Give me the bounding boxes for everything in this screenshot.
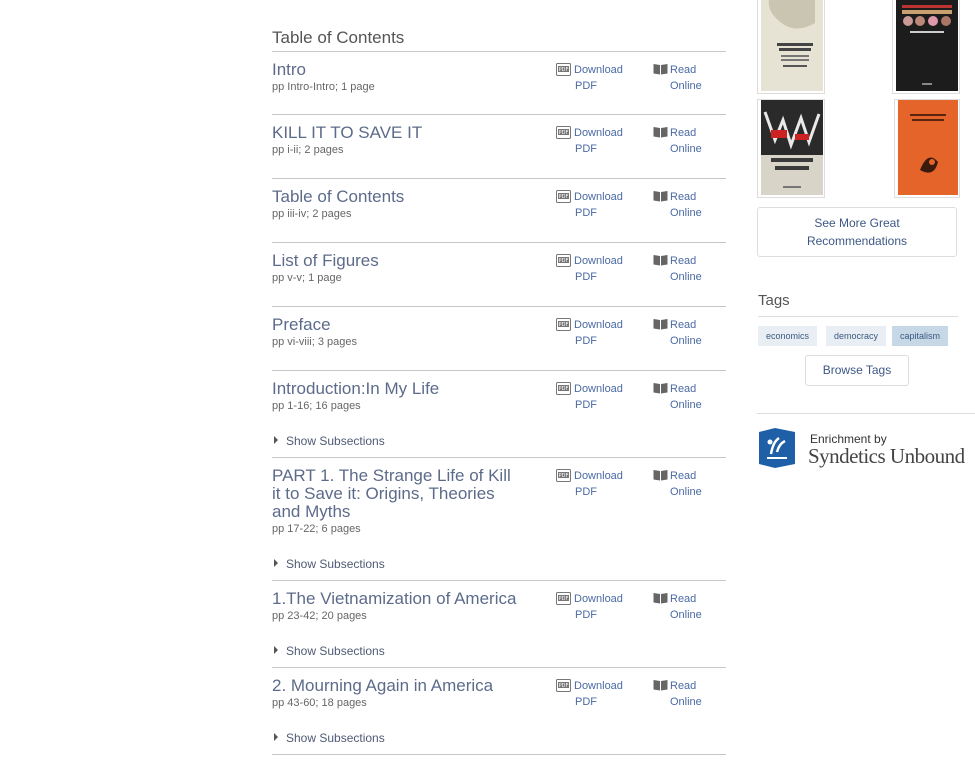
toc-entry-title[interactable]: Preface bbox=[272, 316, 522, 334]
separator bbox=[272, 178, 726, 179]
pdf-icon: PDF bbox=[556, 382, 571, 395]
pdf-icon: PDF bbox=[556, 126, 571, 139]
separator bbox=[272, 580, 726, 581]
toc-entry-title[interactable]: 1.The Vietnamization of America bbox=[272, 590, 532, 608]
see-more-recommendations-button[interactable]: See More Great Recommendations bbox=[757, 207, 957, 257]
toc-entry-pages: pp vi-viii; 3 pages bbox=[272, 336, 357, 348]
toc-entry-pages: pp 43-60; 18 pages bbox=[272, 697, 367, 709]
book-cover-image bbox=[898, 100, 958, 195]
pdf-icon: PDF bbox=[556, 63, 571, 76]
book-icon bbox=[653, 680, 668, 691]
book-icon bbox=[653, 319, 668, 330]
divider bbox=[757, 413, 975, 414]
toc-entry-title[interactable]: List of Figures bbox=[272, 252, 522, 270]
toc-entry-title[interactable]: PART 1. The Strange Life of Kill it to S… bbox=[272, 467, 522, 521]
book-icon bbox=[653, 593, 668, 604]
book-icon bbox=[653, 64, 668, 75]
syndetics-logo-icon bbox=[759, 428, 795, 468]
separator bbox=[272, 457, 726, 458]
svg-text:PDF: PDF bbox=[559, 596, 569, 602]
triangle-right-icon bbox=[274, 436, 278, 444]
pdf-icon: PDF bbox=[556, 469, 571, 482]
toc-entry-pages: pp Intro-Intro; 1 page bbox=[272, 81, 375, 93]
triangle-right-icon bbox=[274, 646, 278, 654]
pdf-icon: PDF bbox=[556, 592, 571, 605]
svg-text:PDF: PDF bbox=[559, 473, 569, 479]
pdf-icon: PDF bbox=[556, 254, 571, 267]
toc-entry-pages: pp i-ii; 2 pages bbox=[272, 144, 344, 156]
book-cover-image bbox=[761, 0, 823, 91]
tag-capitalism[interactable]: capitalism bbox=[892, 326, 949, 346]
book-cover-capitalism-historians[interactable] bbox=[894, 99, 960, 198]
tags-heading: Tags bbox=[758, 292, 958, 317]
book-icon bbox=[653, 383, 668, 394]
toc-entry-title[interactable]: Intro bbox=[272, 61, 522, 79]
toc-entry-title[interactable]: Table of Contents bbox=[272, 188, 522, 206]
book-cover-image bbox=[896, 0, 958, 91]
separator bbox=[272, 667, 726, 668]
svg-text:PDF: PDF bbox=[559, 683, 569, 689]
show-subsections-toggle[interactable]: Show Subsections bbox=[274, 731, 385, 745]
syndetics-unbound-label: Syndetics Unbound bbox=[808, 444, 965, 468]
toc-entry-title[interactable]: KILL IT TO SAVE IT bbox=[272, 124, 522, 142]
toc-entry-title[interactable]: 2. Mourning Again in America bbox=[272, 677, 532, 695]
book-icon bbox=[653, 191, 668, 202]
book-icon bbox=[653, 470, 668, 481]
svg-text:PDF: PDF bbox=[559, 194, 569, 200]
svg-text:PDF: PDF bbox=[559, 386, 569, 392]
toc-heading: Table of Contents bbox=[272, 28, 726, 52]
separator bbox=[272, 242, 726, 243]
pdf-icon: PDF bbox=[556, 318, 571, 331]
toc-entry-pages: pp v-v; 1 page bbox=[272, 272, 342, 284]
separator bbox=[272, 114, 726, 115]
book-cover-social-justice[interactable] bbox=[757, 99, 825, 198]
toc-entry-title[interactable]: Introduction:In My Life bbox=[272, 380, 522, 398]
toc-entry-pages: pp 17-22; 6 pages bbox=[272, 523, 361, 535]
pdf-icon: PDF bbox=[556, 679, 571, 692]
book-cover-image bbox=[761, 100, 823, 195]
book-cover-great-transformation[interactable] bbox=[757, 0, 825, 94]
toc-entry-pages: pp 23-42; 20 pages bbox=[272, 610, 367, 622]
separator bbox=[272, 370, 726, 371]
show-subsections-toggle[interactable]: Show Subsections bbox=[274, 557, 385, 571]
toc-entry-pages: pp iii-iv; 2 pages bbox=[272, 208, 352, 220]
tag-democracy[interactable]: democracy bbox=[826, 326, 887, 346]
toc-entry-pages: pp 1-16; 16 pages bbox=[272, 400, 361, 412]
pdf-icon: PDF bbox=[556, 190, 571, 203]
triangle-right-icon bbox=[274, 733, 278, 741]
separator bbox=[272, 306, 726, 307]
book-icon bbox=[653, 255, 668, 266]
triangle-right-icon bbox=[274, 559, 278, 567]
browse-tags-button[interactable]: Browse Tags bbox=[805, 355, 909, 386]
book-cover-neoliberalism[interactable] bbox=[892, 0, 960, 94]
svg-text:PDF: PDF bbox=[559, 322, 569, 328]
show-subsections-toggle[interactable]: Show Subsections bbox=[274, 644, 385, 658]
separator bbox=[272, 754, 726, 755]
svg-text:PDF: PDF bbox=[559, 67, 569, 73]
book-icon bbox=[653, 127, 668, 138]
tag-economics[interactable]: economics bbox=[758, 326, 818, 346]
show-subsections-toggle[interactable]: Show Subsections bbox=[274, 434, 385, 448]
svg-text:PDF: PDF bbox=[559, 258, 569, 264]
svg-text:PDF: PDF bbox=[559, 130, 569, 136]
